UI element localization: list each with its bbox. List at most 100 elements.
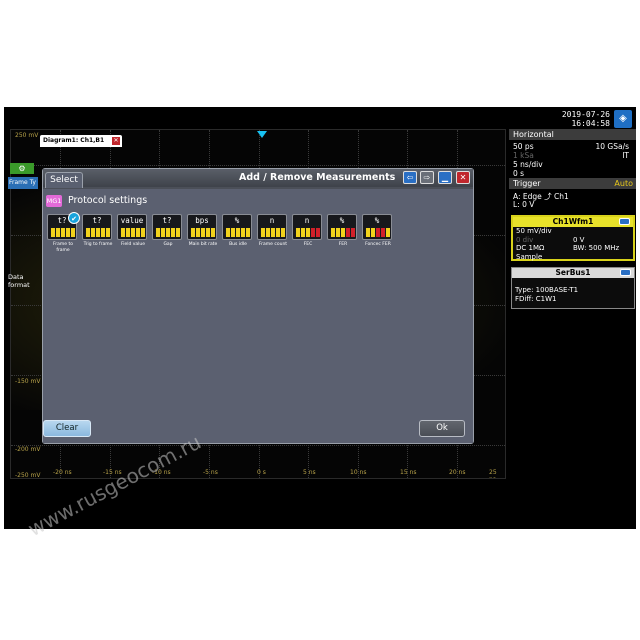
field-value-icon: value bbox=[117, 214, 147, 240]
measurement-symbol: t? bbox=[162, 216, 172, 225]
trigger-mode: Auto bbox=[614, 179, 633, 188]
acquisition-mode: Sample bbox=[516, 252, 543, 261]
measurement-label: FER bbox=[338, 242, 348, 247]
grid-line bbox=[11, 445, 505, 446]
measurement-frame-count[interactable]: n Frame count bbox=[257, 214, 289, 248]
left-panel: ⚙ Frame Ty Data format bbox=[8, 163, 38, 293]
dialog-content: MG1 Protocol settings t? ✔ Frame to fram… bbox=[43, 189, 473, 443]
y-axis-label: 250 mV bbox=[15, 132, 39, 139]
fec-icon: n bbox=[292, 214, 322, 240]
data-format-label[interactable]: Data format bbox=[8, 273, 38, 289]
serial-bus-box[interactable]: SerBus1 Type: 100BASE-T1 FDiff: C1W1 bbox=[511, 267, 635, 309]
trigger-title[interactable]: Trigger Auto bbox=[509, 178, 636, 189]
close-icon[interactable]: ✕ bbox=[112, 137, 120, 145]
x-axis-label: 20 ns bbox=[449, 469, 466, 476]
measurement-trig-to-frame[interactable]: t? Trig to frame bbox=[82, 214, 114, 248]
bus-idle-icon: % bbox=[222, 214, 252, 240]
x-axis-label: 15 ns bbox=[400, 469, 417, 476]
record-length: 1 kSa bbox=[513, 151, 534, 160]
channel-offset-volts: 0 V bbox=[573, 235, 585, 244]
resolution: 50 ps bbox=[513, 142, 534, 151]
measurement-frame-to-frame[interactable]: t? ✔ Frame to frame bbox=[47, 212, 80, 253]
trigger-position-icon[interactable] bbox=[257, 131, 267, 138]
channel-scale: 50 mV/div bbox=[516, 227, 552, 235]
dialog-title-bar: Select Add / Remove Measurements ⇦ ⇨ ▁ ✕ bbox=[43, 169, 473, 188]
bars-graphic bbox=[296, 228, 320, 237]
measurement-field-value[interactable]: value Field value bbox=[117, 214, 149, 248]
minimize-icon[interactable]: ▁ bbox=[438, 171, 452, 184]
time-scale: 5 ns/div bbox=[513, 160, 543, 169]
measurement-label: Frame to frame bbox=[53, 242, 73, 253]
gear-icon[interactable]: ⚙ bbox=[10, 163, 34, 174]
bars-graphic bbox=[366, 228, 390, 237]
measurement-fec[interactable]: n FEC bbox=[292, 214, 324, 248]
measurement-bus-idle[interactable]: % Bus idle bbox=[222, 214, 254, 248]
x-axis-label: -5 ns bbox=[203, 469, 218, 476]
close-icon[interactable]: ✕ bbox=[456, 171, 470, 184]
add-remove-measurements-dialog: Select Add / Remove Measurements ⇦ ⇨ ▁ ✕… bbox=[42, 168, 474, 444]
measurement-gap[interactable]: t? Gap bbox=[152, 214, 184, 248]
channel-1-title-text: Ch1Wfm1 bbox=[552, 217, 594, 226]
bars-graphic bbox=[51, 228, 75, 237]
main-bit-rate-icon: bps bbox=[187, 214, 217, 240]
channel-offset: 0 div 0 V bbox=[513, 236, 633, 245]
bars-graphic bbox=[331, 228, 355, 237]
date-text: 2019-07-26 bbox=[561, 110, 610, 119]
interpolation: IT bbox=[622, 151, 629, 160]
trigger-level[interactable]: L: 0 V bbox=[513, 200, 633, 209]
oscilloscope-screen: 2019-07-26 16:04:58 ◈ 250 mV -150 mV -20… bbox=[4, 107, 636, 529]
bars-graphic bbox=[86, 228, 110, 237]
x-axis-label: 0 s bbox=[257, 469, 266, 476]
horizontal-row[interactable]: 1 kSa IT bbox=[513, 151, 633, 160]
measurement-label: Main bit rate bbox=[188, 242, 218, 247]
serial-bus-type: Type: 100BASE-T1 bbox=[515, 286, 579, 294]
measurement-symbol: % bbox=[234, 216, 240, 225]
measurement-label: Frame count bbox=[258, 242, 288, 247]
bars-graphic bbox=[226, 228, 250, 237]
tab-select[interactable]: Select bbox=[45, 172, 83, 188]
foncec-fer-icon: % bbox=[362, 214, 392, 240]
fer-icon: % bbox=[327, 214, 357, 240]
checkmark-icon: ✔ bbox=[68, 212, 80, 224]
frame-count-icon: n bbox=[257, 214, 287, 240]
coupling-text: DC 1MΩ bbox=[516, 244, 545, 252]
trig-to-frame-icon: t? bbox=[82, 214, 112, 240]
horizontal-row[interactable]: 50 ps 10 GSa/s bbox=[513, 142, 633, 151]
channel-1-title: Ch1Wfm1 bbox=[513, 217, 633, 227]
y-axis-label: -250 mV bbox=[15, 472, 41, 479]
measurement-label: Bus idle bbox=[229, 242, 247, 247]
bars-graphic bbox=[121, 228, 145, 237]
measurement-fer[interactable]: % FER bbox=[327, 214, 359, 248]
measurement-symbol: % bbox=[374, 216, 380, 225]
measurement-symbol: % bbox=[339, 216, 345, 225]
horizontal-row[interactable]: 5 ns/div bbox=[513, 160, 633, 169]
ok-button[interactable]: Ok bbox=[419, 420, 465, 437]
y-axis-label: -200 mV bbox=[15, 446, 41, 453]
bars-graphic bbox=[156, 228, 180, 237]
channel-1-box[interactable]: Ch1Wfm1 50 mV/div 0 div 0 V DC 1MΩ BW: 5… bbox=[511, 215, 635, 261]
diagram-tab-label: Diagram1: Ch1,B1 bbox=[43, 137, 105, 144]
minimize-icon[interactable] bbox=[620, 269, 631, 276]
clear-button[interactable]: Clear bbox=[43, 420, 91, 437]
measurement-main-bit-rate[interactable]: bps Main bit rate bbox=[187, 214, 219, 248]
measurement-symbol: n bbox=[269, 216, 275, 225]
rs-logo-icon[interactable]: ◈ bbox=[614, 110, 632, 128]
x-axis-label: 25 ns bbox=[489, 469, 497, 478]
x-axis-label: 5 ns bbox=[303, 469, 316, 476]
channel-coupling: DC 1MΩ BW: 500 MHz bbox=[513, 244, 633, 253]
diagram-tab[interactable]: Diagram1: Ch1,B1 ✕ bbox=[40, 135, 122, 147]
back-icon[interactable]: ⇦ bbox=[403, 171, 417, 184]
horizontal-row[interactable]: 0 s bbox=[513, 169, 633, 178]
horizontal-title[interactable]: Horizontal bbox=[509, 129, 636, 140]
time-text: 16:04:58 bbox=[571, 119, 610, 128]
bandwidth-text: BW: 500 MHz bbox=[573, 244, 620, 252]
measurement-label: Field value bbox=[120, 242, 146, 247]
measurement-symbol: t? bbox=[92, 216, 102, 225]
top-bar: 2019-07-26 16:04:58 ◈ bbox=[4, 107, 636, 129]
gap-icon: t? bbox=[152, 214, 182, 240]
measurement-foncec-fer[interactable]: % Foncec FER bbox=[362, 214, 394, 248]
channel-offset-div: 0 div bbox=[516, 235, 534, 244]
forward-icon[interactable]: ⇨ bbox=[420, 171, 434, 184]
frame-type-tab[interactable]: Frame Ty bbox=[8, 177, 38, 189]
minimize-icon[interactable] bbox=[619, 218, 630, 225]
